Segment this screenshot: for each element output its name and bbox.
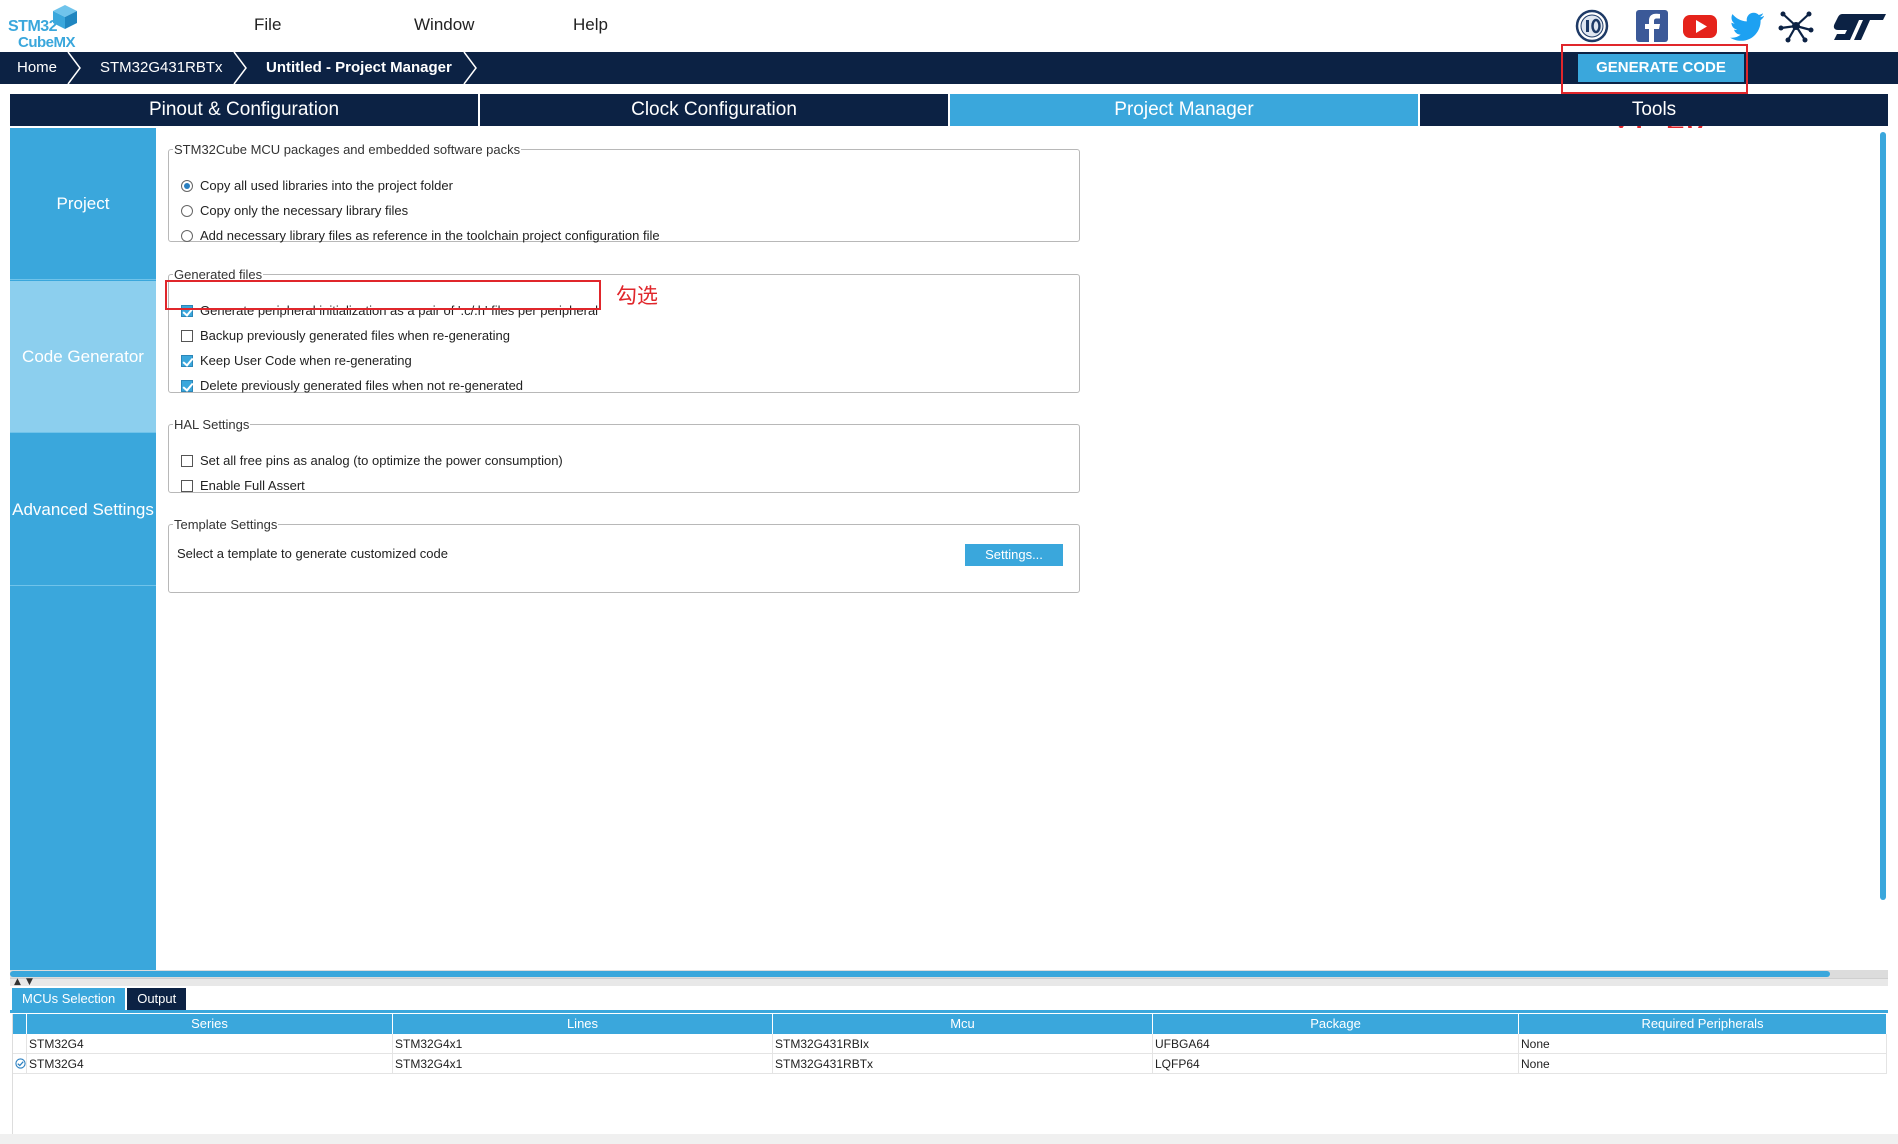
twitter-icon[interactable] xyxy=(1730,8,1766,44)
cell-mcu: STM32G431RBIx xyxy=(773,1034,1153,1054)
content-horizontal-scrollbar[interactable] xyxy=(10,970,1888,978)
logo-text-bottom: CubeMX xyxy=(18,34,76,51)
table-header-marker xyxy=(13,1014,27,1034)
breadcrumb-separator-icon xyxy=(67,52,81,84)
radio-label: Copy only the necessary library files xyxy=(200,203,409,218)
sidebar-item-project[interactable]: Project xyxy=(10,128,156,280)
packages-group-legend: STM32Cube MCU packages and embedded soft… xyxy=(174,142,521,157)
annotation-box-check xyxy=(165,280,601,310)
column-header-required-peripherals[interactable]: Required Peripherals xyxy=(1519,1014,1887,1034)
table-header: Series Lines Mcu Package Required Periph… xyxy=(13,1014,1887,1034)
annotation-box-generate xyxy=(1561,44,1748,94)
st-logo-icon[interactable] xyxy=(1828,8,1888,44)
breadcrumb-separator-icon xyxy=(463,52,477,84)
tab-output[interactable]: Output xyxy=(127,988,187,1010)
panel-splitter[interactable]: ▲ ▼ xyxy=(10,977,1888,987)
tab-mcus-selection[interactable]: MCUs Selection xyxy=(12,988,126,1010)
checkbox-label: Enable Full Assert xyxy=(200,478,305,493)
row-marker xyxy=(13,1034,27,1054)
annotation-note-check: 勾选 xyxy=(616,284,658,308)
breadcrumb-project[interactable]: Untitled - Project Manager xyxy=(266,52,452,84)
table-row[interactable]: STM32G4 STM32G4x1 STM32G431RBTx LQFP64 N… xyxy=(13,1054,1887,1074)
cell-lines: STM32G4x1 xyxy=(393,1054,773,1074)
row-marker xyxy=(13,1054,27,1074)
scrollbar-thumb[interactable] xyxy=(1880,132,1886,900)
checkbox-unchecked-icon[interactable] xyxy=(181,455,193,467)
content-vertical-scrollbar[interactable] xyxy=(1878,128,1888,970)
cell-lines: STM32G4x1 xyxy=(393,1034,773,1054)
checkbox-delete-previous-files[interactable]: Delete previously generated files when n… xyxy=(181,377,523,395)
checkbox-enable-full-assert[interactable]: Enable Full Assert xyxy=(181,477,305,495)
cell-package: UFBGA64 xyxy=(1153,1034,1519,1054)
checkbox-label: Set all free pins as analog (to optimize… xyxy=(200,453,563,468)
cell-series: STM32G4 xyxy=(27,1034,393,1054)
checkbox-unchecked-icon[interactable] xyxy=(181,480,193,492)
breadcrumb-home[interactable]: Home xyxy=(17,52,57,84)
template-description: Select a template to generate customized… xyxy=(177,546,448,561)
checkbox-checked-icon[interactable] xyxy=(181,355,193,367)
checkbox-free-pins-analog[interactable]: Set all free pins as analog (to optimize… xyxy=(181,452,563,470)
main-tabs: Pinout & Configuration Clock Configurati… xyxy=(10,94,1888,126)
collapse-down-icon[interactable]: ▼ xyxy=(26,977,33,987)
radio-unselected-icon[interactable] xyxy=(181,205,193,217)
breadcrumb-mcu[interactable]: STM32G431RBTx xyxy=(100,52,223,84)
packages-group: STM32Cube MCU packages and embedded soft… xyxy=(168,142,1080,245)
radio-copy-necessary-libraries[interactable]: Copy only the necessary library files xyxy=(181,202,408,220)
table-row[interactable]: STM32G4 STM32G4x1 STM32G431RBIx UFBGA64 … xyxy=(13,1034,1887,1054)
menu-file[interactable]: File xyxy=(254,15,281,35)
radio-label: Add necessary library files as reference… xyxy=(200,228,660,243)
column-header-package[interactable]: Package xyxy=(1153,1014,1519,1034)
column-header-lines[interactable]: Lines xyxy=(393,1014,773,1034)
sidebar-item-advanced-settings[interactable]: Advanced Settings xyxy=(10,434,156,586)
template-settings-group-legend: Template Settings xyxy=(174,517,278,532)
scrollbar-thumb[interactable] xyxy=(10,971,1830,977)
checkbox-checked-icon[interactable] xyxy=(181,380,193,392)
window-bottom-edge xyxy=(0,1134,1898,1144)
template-settings-group: Template Settings Select a template to g… xyxy=(168,517,1080,593)
tab-project-manager[interactable]: Project Manager xyxy=(950,94,1420,126)
collapse-up-icon[interactable]: ▲ xyxy=(14,977,21,987)
sidebar-item-code-generator[interactable]: Code Generator xyxy=(10,281,156,433)
radio-selected-icon[interactable] xyxy=(181,180,193,192)
tab-clock-configuration[interactable]: Clock Configuration xyxy=(480,94,950,126)
bottom-tabs: MCUs Selection Output xyxy=(12,988,188,1010)
tab-tools[interactable]: Tools xyxy=(1420,94,1888,126)
radio-add-library-reference[interactable]: Add necessary library files as reference… xyxy=(181,227,660,245)
radio-unselected-icon[interactable] xyxy=(181,230,193,242)
column-header-series[interactable]: Series xyxy=(27,1014,393,1034)
column-header-mcu[interactable]: Mcu xyxy=(773,1014,1153,1034)
hal-settings-group: HAL Settings Set all free pins as analog… xyxy=(168,417,1080,493)
radio-copy-all-libraries[interactable]: Copy all used libraries into the project… xyxy=(181,177,453,195)
tab-pinout-configuration[interactable]: Pinout & Configuration xyxy=(10,94,480,126)
stm32cubemx-logo: STM32 CubeMX xyxy=(8,4,82,51)
cell-series: STM32G4 xyxy=(27,1054,393,1074)
checkbox-unchecked-icon[interactable] xyxy=(181,330,193,342)
checkbox-backup-generated-files[interactable]: Backup previously generated files when r… xyxy=(181,327,510,345)
checkbox-keep-user-code[interactable]: Keep User Code when re-generating xyxy=(181,352,412,370)
project-manager-sidebar: Project Code Generator Advanced Settings xyxy=(10,128,156,970)
menu-help[interactable]: Help xyxy=(573,15,608,35)
cell-mcu: STM32G431RBTx xyxy=(773,1054,1153,1074)
bottom-tabs-underline xyxy=(10,1010,1888,1013)
menu-window[interactable]: Window xyxy=(414,15,474,35)
hal-settings-group-legend: HAL Settings xyxy=(174,417,250,432)
breadcrumb-separator-icon xyxy=(233,52,247,84)
cell-required-peripherals: None xyxy=(1519,1034,1887,1054)
cube-icon xyxy=(53,5,77,29)
cell-required-peripherals: None xyxy=(1519,1054,1887,1074)
youtube-icon[interactable] xyxy=(1682,8,1718,44)
mcu-selection-table: Series Lines Mcu Package Required Periph… xyxy=(12,1014,1887,1134)
cell-package: LQFP64 xyxy=(1153,1054,1519,1074)
checkbox-label: Delete previously generated files when n… xyxy=(200,378,524,393)
template-settings-button[interactable]: Settings... xyxy=(965,544,1063,566)
selected-check-icon xyxy=(15,1058,26,1069)
network-icon[interactable] xyxy=(1778,8,1814,44)
radio-label: Copy all used libraries into the project… xyxy=(200,178,453,193)
checkbox-label: Backup previously generated files when r… xyxy=(200,328,511,343)
facebook-icon[interactable] xyxy=(1634,8,1670,44)
checkbox-label: Keep User Code when re-generating xyxy=(200,353,412,368)
anniversary-10-icon[interactable] xyxy=(1574,8,1610,44)
